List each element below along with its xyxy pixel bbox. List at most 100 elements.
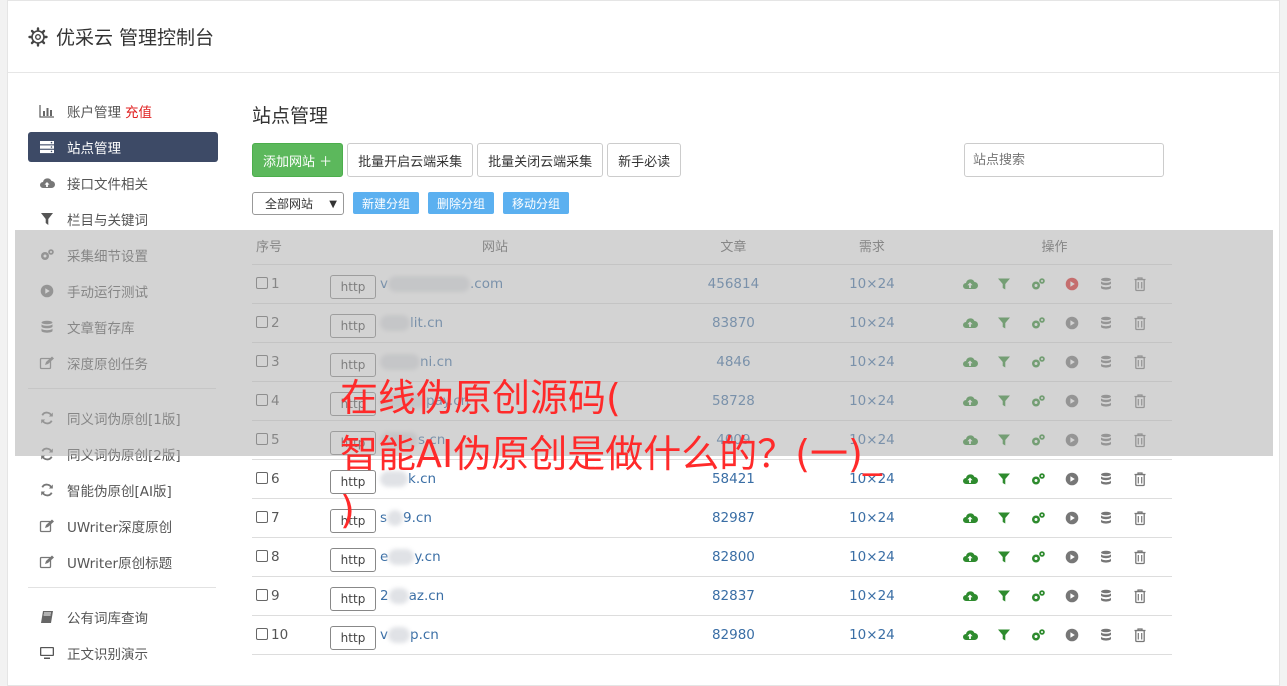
site-domain-link[interactable]: e y.cn [380, 548, 441, 565]
article-count: 82980 [660, 615, 807, 655]
play-circle-icon[interactable] [1064, 549, 1080, 565]
bar-chart-icon [38, 104, 56, 118]
group-controls: 全部网站 ▼ 新建分组 删除分组 移动分组 [252, 191, 1172, 215]
row-index-cell: 8 [252, 537, 330, 577]
cogs-icon[interactable] [1030, 471, 1046, 487]
sidebar-item[interactable]: 账户管理 充值 [28, 96, 218, 126]
database-icon[interactable] [1098, 627, 1114, 643]
sidebar-item[interactable]: UWriter深度原创 [28, 511, 218, 541]
sidebar-item[interactable]: 接口文件相关 [28, 168, 218, 198]
header-bar: 优采云 管理控制台 [8, 1, 1279, 73]
overlay-headline-line1: 在线伪原创源码( [340, 376, 621, 420]
overlay-headline-line2: 智能AI伪原创是做什么的？(一)_ [340, 432, 882, 476]
row-index: 7 [271, 509, 280, 526]
database-icon[interactable] [1098, 588, 1114, 604]
sidebar-item-label: 站点管理 [67, 141, 121, 157]
server-icon [38, 140, 56, 154]
delete-group-button[interactable]: 删除分组 [428, 192, 495, 214]
cloud-upload-icon[interactable] [962, 588, 978, 604]
trash-icon[interactable] [1132, 588, 1148, 604]
row-index-cell: 10 [252, 615, 330, 655]
trash-icon[interactable] [1132, 510, 1148, 526]
row-checkbox[interactable] [256, 471, 268, 484]
cogs-icon[interactable] [1030, 549, 1046, 565]
site-search-input[interactable] [964, 143, 1164, 177]
sidebar-item[interactable]: 站点管理 [28, 132, 218, 162]
row-checkbox[interactable] [256, 510, 268, 523]
cogs-icon[interactable] [1030, 510, 1046, 526]
page-title: 站点管理 [252, 105, 329, 127]
sidebar-item-label: 正文识别演示 [67, 647, 148, 663]
chevron-down-icon: ▼ [329, 198, 337, 210]
database-icon[interactable] [1098, 510, 1114, 526]
demand-value: 10×24 [806, 576, 937, 616]
article-count: 82800 [660, 537, 807, 577]
sidebar-divider [28, 587, 216, 588]
cloud-upload-icon[interactable] [962, 627, 978, 643]
database-icon[interactable] [1098, 549, 1114, 565]
ops-cell [937, 615, 1172, 655]
gear-icon [28, 26, 48, 47]
ops-cell [937, 576, 1172, 616]
app-title: 优采云 管理控制台 [56, 27, 215, 49]
domain-suffix: y.cn [414, 548, 441, 565]
article-count: 82837 [660, 576, 807, 616]
protocol-badge: http [330, 547, 376, 572]
domain-suffix: az.cn [408, 587, 445, 604]
demand-value: 10×24 [806, 615, 937, 655]
domain-prefix: 2 [380, 587, 389, 604]
filter-icon[interactable] [996, 510, 1012, 526]
trash-icon[interactable] [1132, 627, 1148, 643]
redacted-blur [388, 587, 409, 604]
ops-cell [937, 537, 1172, 577]
trash-icon[interactable] [1132, 549, 1148, 565]
sidebar-item[interactable]: UWriter原创标题 [28, 547, 218, 577]
demand-value: 10×24 [806, 537, 937, 577]
site-group-select[interactable]: 全部网站 ▼ [252, 191, 344, 215]
sidebar-item-label: UWriter深度原创 [67, 520, 173, 536]
cogs-icon[interactable] [1030, 627, 1046, 643]
table-row: 9 http 2 az.cn 82837 10×24 [252, 576, 1172, 616]
move-group-button[interactable]: 移动分组 [503, 192, 570, 214]
sidebar-item[interactable]: 公有词库查询 [28, 602, 218, 632]
play-circle-icon[interactable] [1064, 471, 1080, 487]
redacted-blur [388, 626, 410, 643]
sidebar-item-label: 栏目与关键词 [67, 213, 148, 229]
sidebar-item-label: UWriter原创标题 [67, 556, 173, 572]
filter-icon [38, 212, 56, 226]
filter-icon[interactable] [996, 627, 1012, 643]
sidebar-item[interactable]: 正文识别演示 [28, 638, 218, 668]
disable-cloud-collect-button[interactable]: 批量关闭云端采集 [477, 143, 604, 177]
domain-prefix: v [380, 626, 388, 643]
site-domain-link[interactable]: 2 az.cn [380, 587, 445, 604]
cogs-icon[interactable] [1030, 588, 1046, 604]
add-site-button[interactable]: 添加网站 ＋ [252, 143, 344, 177]
beginner-guide-button[interactable]: 新手必读 [607, 143, 682, 177]
recharge-link[interactable]: 充值 [125, 101, 152, 121]
site-cell: http e y.cn [330, 537, 660, 577]
play-circle-icon[interactable] [1064, 627, 1080, 643]
site-domain-link[interactable]: v p.cn [380, 626, 439, 643]
play-circle-icon[interactable] [1064, 588, 1080, 604]
row-index: 9 [271, 587, 280, 604]
domain-prefix: e [380, 548, 389, 565]
sidebar-item[interactable]: 智能伪原创[AI版] [28, 475, 218, 505]
new-group-button[interactable]: 新建分组 [353, 192, 420, 214]
filter-icon[interactable] [996, 549, 1012, 565]
filter-icon[interactable] [996, 471, 1012, 487]
edit-icon [38, 519, 56, 533]
table-row: 10 http v p.cn 82980 10×24 [252, 615, 1172, 655]
database-icon[interactable] [1098, 471, 1114, 487]
play-circle-icon[interactable] [1064, 510, 1080, 526]
table-row: 8 http e y.cn 82800 10×24 [252, 537, 1172, 577]
row-checkbox[interactable] [256, 549, 268, 562]
enable-cloud-collect-button[interactable]: 批量开启云端采集 [347, 143, 474, 177]
cloud-upload-icon[interactable] [962, 549, 978, 565]
row-checkbox[interactable] [256, 627, 268, 640]
trash-icon[interactable] [1132, 471, 1148, 487]
row-index: 6 [271, 470, 280, 487]
site-cell: http 2 az.cn [330, 576, 660, 616]
overlay-headline: 在线伪原创源码( 智能AI伪原创是做什么的？(一)_ ) [340, 370, 980, 538]
filter-icon[interactable] [996, 588, 1012, 604]
row-checkbox[interactable] [256, 588, 268, 601]
